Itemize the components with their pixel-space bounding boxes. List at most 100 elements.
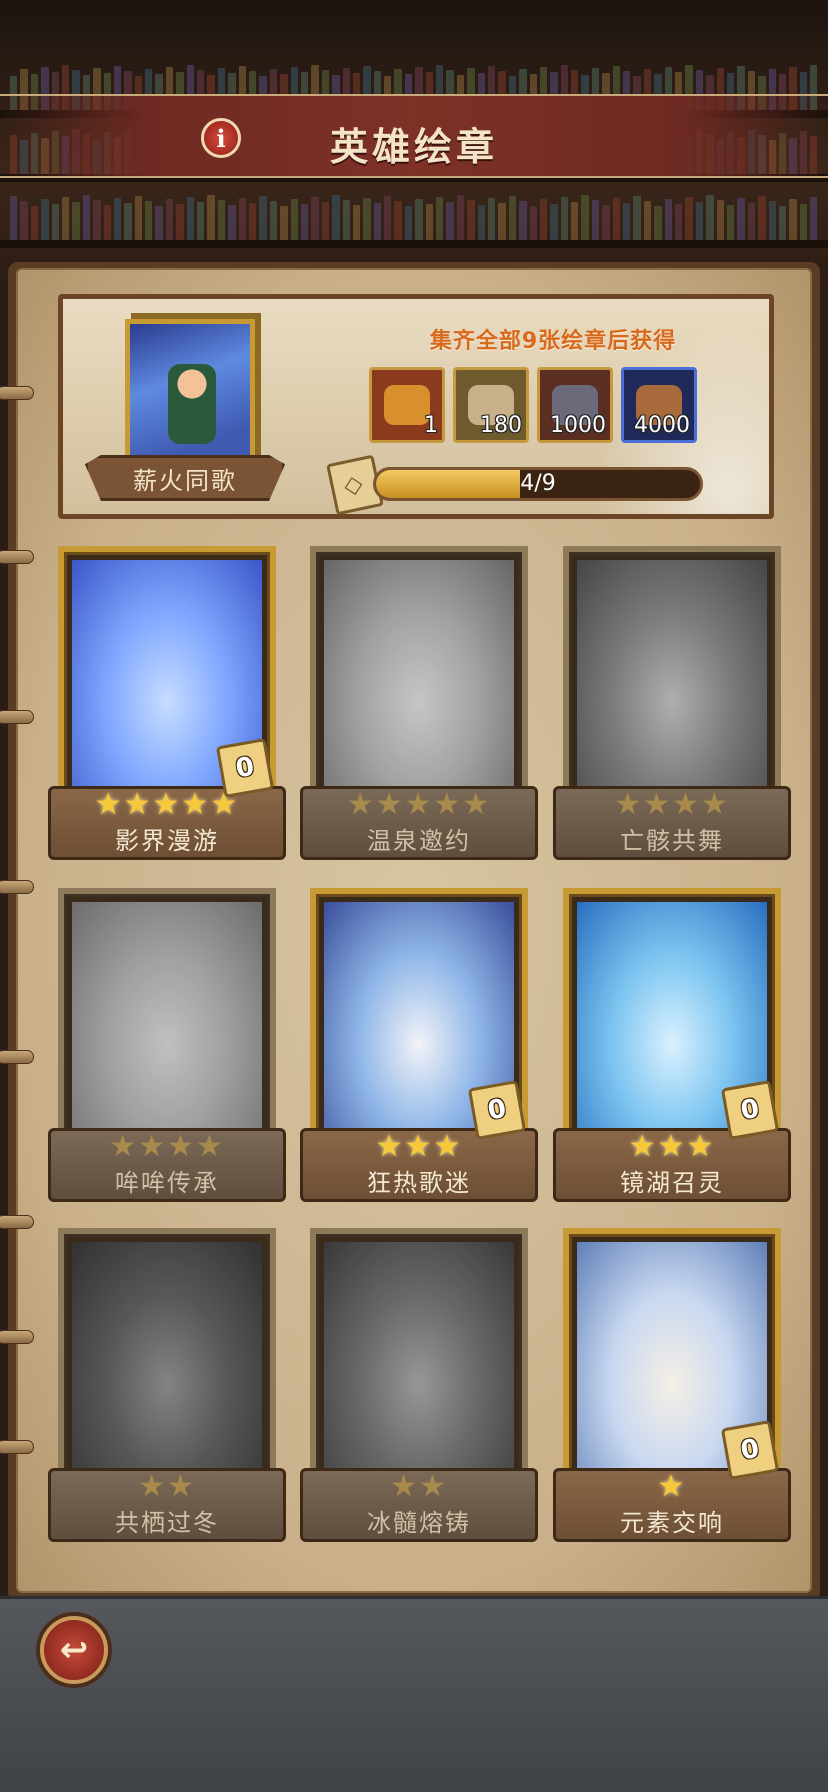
- book-spine: [778, 206, 787, 240]
- binder-ring: [0, 710, 34, 724]
- book-spine: [612, 198, 621, 240]
- book-spine: [654, 206, 662, 240]
- book-spine: [633, 196, 641, 240]
- book-spine: [602, 205, 610, 240]
- book-spine: [207, 195, 215, 240]
- reward-count: 180: [480, 413, 522, 438]
- book-spine: [10, 196, 18, 240]
- shelf-board: [0, 240, 828, 248]
- book-spine: [810, 197, 818, 240]
- book-spine: [113, 198, 122, 240]
- binder-ring: [0, 1330, 34, 1344]
- card-artwork: [72, 1242, 262, 1478]
- book-spine: [134, 196, 143, 240]
- star-rating: ★★★: [628, 1129, 716, 1164]
- book-spine: [467, 200, 475, 240]
- book-spine: [82, 195, 91, 240]
- book-spine: [197, 202, 205, 240]
- album-cover-image[interactable]: [125, 319, 255, 469]
- book-spine: [259, 196, 267, 240]
- book-spine: [436, 197, 444, 240]
- hero-card[interactable]: ★★★★ 亡骸共舞: [553, 546, 791, 864]
- binder-ring: [0, 1215, 34, 1229]
- book-spine: [238, 198, 246, 240]
- book-spine: [747, 203, 756, 240]
- star-rating: ★★: [138, 1469, 196, 1504]
- info-icon[interactable]: i: [201, 118, 241, 158]
- progress-text: 4/9: [520, 471, 556, 496]
- hero-card[interactable]: ★★★ 镜湖召灵 0: [553, 888, 791, 1206]
- reward-count: 1000: [550, 413, 606, 438]
- book-spine: [394, 201, 402, 240]
- book-spine: [145, 201, 153, 240]
- binder-ring: [0, 550, 34, 564]
- book-spine: [456, 195, 465, 240]
- book-spine: [529, 206, 537, 240]
- hero-card[interactable]: ★★★ 狂热歌迷 0: [300, 888, 538, 1206]
- card-artwork: [324, 560, 514, 796]
- back-arrow-icon: ↩: [59, 1630, 89, 1670]
- card-frame: [58, 888, 276, 1144]
- star-rating: ★★★★★: [346, 787, 492, 822]
- card-artwork: [72, 902, 262, 1138]
- book-spine: [706, 195, 714, 240]
- card-name: 狂热歌迷: [367, 1169, 471, 1197]
- reward-count: 4000: [634, 413, 690, 438]
- book-spine: [508, 196, 517, 240]
- book-spine: [487, 198, 496, 240]
- book-spine: [415, 199, 423, 240]
- reward-item[interactable]: 1000: [537, 367, 613, 443]
- hero-card[interactable]: ★★ 冰髓熔铸: [300, 1228, 538, 1546]
- book-spine: [425, 204, 434, 240]
- star-rating: ★★: [390, 1469, 448, 1504]
- book-spine: [290, 199, 298, 240]
- book-spine: [519, 201, 527, 240]
- card-name: 影界漫游: [115, 827, 219, 855]
- book-spine: [675, 204, 683, 240]
- book-spine: [186, 197, 195, 240]
- book-spine: [716, 200, 724, 240]
- reward-caption: 集齐全部9张绘章后获得: [429, 329, 677, 354]
- book-spine: [498, 203, 506, 240]
- hero-card[interactable]: ★★★★ 哞哞传承: [48, 888, 286, 1206]
- book-spine: [446, 202, 454, 240]
- binder-ring: [0, 1440, 34, 1454]
- card-name: 亡骸共舞: [620, 827, 724, 855]
- reward-item[interactable]: 4000: [621, 367, 697, 443]
- book-spine: [623, 203, 631, 240]
- book-spine: [591, 200, 600, 240]
- reward-count: 1: [424, 413, 438, 438]
- reward-item[interactable]: 180: [453, 367, 529, 443]
- book-spine: [695, 202, 704, 240]
- card-name: 冰髓熔铸: [367, 1509, 471, 1537]
- book-spine: [737, 198, 745, 240]
- book-spine: [217, 200, 226, 240]
- card-frame: [58, 1228, 276, 1484]
- book-spine: [176, 204, 184, 240]
- back-button[interactable]: ↩: [40, 1616, 108, 1684]
- reward-item[interactable]: 1: [369, 367, 445, 443]
- album-name: 薪火同歌: [133, 466, 237, 495]
- book-spine: [789, 199, 797, 240]
- binder-ring: [0, 1050, 34, 1064]
- book-spine: [300, 204, 309, 240]
- book-spine: [103, 205, 111, 240]
- hero-card[interactable]: ★ 元素交响 0: [553, 1228, 791, 1546]
- book-spine: [248, 203, 257, 240]
- book-spine: [51, 204, 59, 240]
- book-spine: [404, 206, 413, 240]
- star-rating: ★★★★: [109, 1129, 225, 1164]
- binder-ring: [0, 386, 34, 400]
- book-spine: [280, 206, 288, 240]
- hero-card[interactable]: ★★★★★ 温泉邀约: [300, 546, 538, 864]
- book-spine: [643, 201, 652, 240]
- book-spine: [477, 205, 485, 240]
- card-count-badge: 0: [720, 1080, 780, 1140]
- book-spine: [155, 206, 163, 240]
- book-spine: [41, 199, 49, 240]
- card-frame: [310, 1228, 528, 1484]
- book-spine: [768, 201, 776, 240]
- hero-card[interactable]: ★★★★★ 影界漫游 0: [48, 546, 286, 864]
- binder-ring: [0, 880, 34, 894]
- hero-card[interactable]: ★★ 共栖过冬: [48, 1228, 286, 1546]
